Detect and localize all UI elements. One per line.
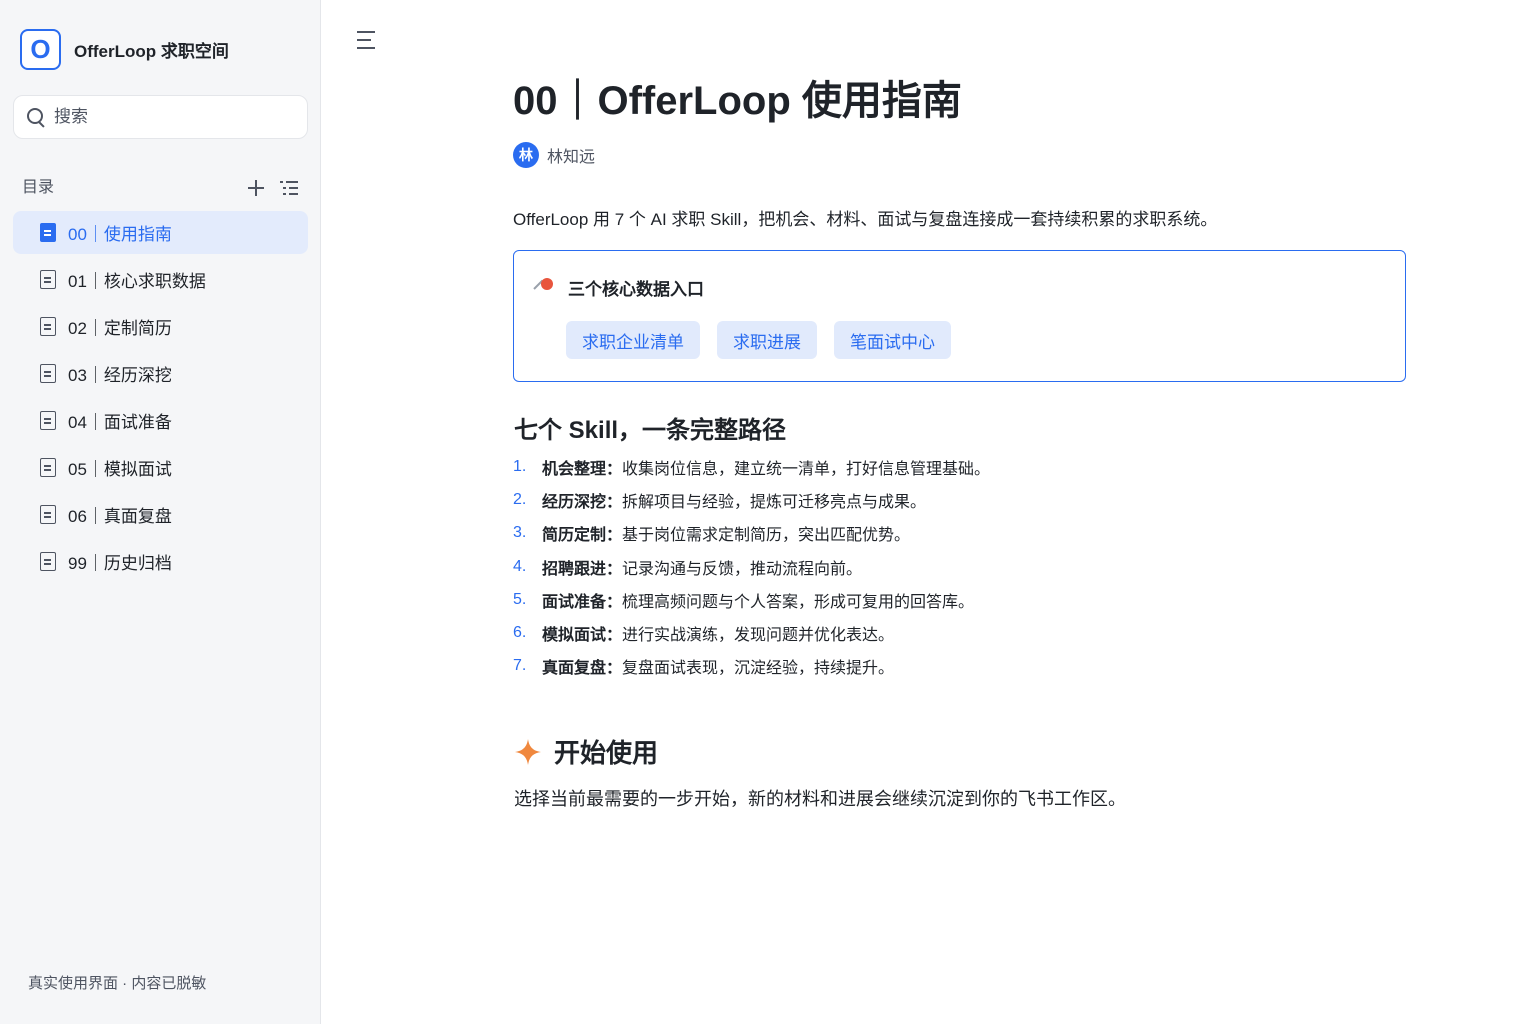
skill-name: 机会整理： bbox=[542, 460, 623, 478]
skill-desc: 复盘面试表现，沉淀经验，持续提升。 bbox=[622, 660, 895, 678]
skill-desc: 记录沟通与反馈，推动流程向前。 bbox=[622, 560, 863, 578]
list-number: 7. bbox=[513, 657, 527, 675]
brand-logo-icon: O bbox=[20, 29, 61, 70]
document-icon bbox=[40, 458, 56, 477]
nav-item-04[interactable]: 04｜面试准备 bbox=[13, 399, 308, 442]
nav-item-label: 00｜使用指南 bbox=[68, 225, 172, 244]
chip-progress[interactable]: 求职进展 bbox=[717, 321, 817, 359]
nav-item-label: 05｜模拟面试 bbox=[68, 460, 172, 479]
nav-item-02[interactable]: 02｜定制简历 bbox=[13, 305, 308, 348]
callout-box: 三个核心数据入口 求职企业清单 求职进展 笔面试中心 bbox=[513, 250, 1406, 382]
nav-item-00[interactable]: 00｜使用指南 bbox=[13, 211, 308, 254]
skill-list: 1. 机会整理： 收集岗位信息，建立统一清单，打好信息管理基础。 2. 经历深挖… bbox=[513, 450, 990, 683]
nav-item-label: 03｜经历深挖 bbox=[68, 366, 172, 385]
nav-item-03[interactable]: 03｜经历深挖 bbox=[13, 352, 308, 395]
document-icon bbox=[40, 411, 56, 430]
pushpin-icon bbox=[532, 276, 556, 300]
nav-item-99[interactable]: 99｜历史归档 bbox=[13, 540, 308, 583]
nav-item-label: 06｜真面复盘 bbox=[68, 507, 172, 526]
skill-name: 模拟面试： bbox=[542, 627, 623, 645]
outline-list-icon[interactable] bbox=[280, 178, 300, 198]
skill-name: 简历定制： bbox=[542, 527, 623, 545]
chip-interview-center[interactable]: 笔面试中心 bbox=[834, 321, 951, 359]
callout-header: 三个核心数据入口 bbox=[532, 275, 704, 300]
callout-title: 三个核心数据入口 bbox=[568, 280, 704, 299]
nav-item-05[interactable]: 05｜模拟面试 bbox=[13, 446, 308, 489]
sparkle-icon bbox=[515, 738, 541, 765]
start-title: 开始使用 bbox=[554, 738, 659, 768]
skill-desc: 进行实战演练，发现问题并优化表达。 bbox=[622, 627, 895, 645]
skill-name: 招聘跟进： bbox=[542, 560, 623, 578]
list-number: 1. bbox=[513, 457, 527, 475]
entry-chips: 求职企业清单 求职进展 笔面试中心 bbox=[566, 321, 968, 359]
skill-name: 经历深挖： bbox=[542, 493, 623, 511]
toc-header: 目录 bbox=[22, 176, 302, 200]
sidebar-footer-note: 真实使用界面 · 内容已脱敏 bbox=[28, 975, 207, 992]
start-description: 选择当前最需要的一步开始，新的材料和进展会继续沉淀到你的飞书工作区。 bbox=[514, 789, 1126, 809]
list-number: 2. bbox=[513, 490, 527, 508]
document-icon bbox=[40, 270, 56, 289]
skill-desc: 拆解项目与经验，提炼可迁移亮点与成果。 bbox=[622, 493, 927, 511]
toc-title: 目录 bbox=[22, 179, 55, 196]
search-icon bbox=[26, 107, 46, 127]
list-item: 6. 模拟面试： 进行实战演练，发现问题并优化表达。 bbox=[513, 616, 990, 649]
author[interactable]: 林 林知远 bbox=[513, 142, 595, 168]
nav-item-label: 04｜面试准备 bbox=[68, 413, 172, 432]
list-item: 5. 面试准备： 梳理高频问题与个人答案，形成可复用的回答库。 bbox=[513, 583, 990, 616]
sidebar: O OfferLoop 求职空间 目录 00｜使用指南 01｜核心求职数据 02… bbox=[0, 0, 321, 1024]
nav-item-06[interactable]: 06｜真面复盘 bbox=[13, 493, 308, 536]
list-number: 4. bbox=[513, 557, 527, 575]
skill-desc: 梳理高频问题与个人答案，形成可复用的回答库。 bbox=[622, 593, 975, 611]
skill-desc: 基于岗位需求定制简历，突出匹配优势。 bbox=[622, 527, 911, 545]
doc-nav-list: 00｜使用指南 01｜核心求职数据 02｜定制简历 03｜经历深挖 04｜面试准… bbox=[13, 211, 308, 587]
list-item: 1. 机会整理： 收集岗位信息，建立统一清单，打好信息管理基础。 bbox=[513, 450, 990, 483]
skill-desc: 收集岗位信息，建立统一清单，打好信息管理基础。 bbox=[622, 460, 991, 478]
intro-text: OfferLoop 用 7 个 AI 求职 Skill，把机会、材料、面试与复盘… bbox=[513, 210, 1218, 229]
list-item: 2. 经历深挖： 拆解项目与经验，提炼可迁移亮点与成果。 bbox=[513, 483, 990, 516]
list-number: 6. bbox=[513, 624, 527, 642]
list-number: 3. bbox=[513, 524, 527, 542]
menu-icon[interactable] bbox=[357, 31, 377, 49]
document-icon bbox=[40, 552, 56, 571]
avatar: 林 bbox=[513, 142, 539, 168]
start-heading: 开始使用 bbox=[514, 733, 658, 770]
skill-name: 真面复盘： bbox=[542, 660, 623, 678]
brand-name: OfferLoop 求职空间 bbox=[74, 42, 229, 61]
chip-company-list[interactable]: 求职企业清单 bbox=[566, 321, 700, 359]
document-icon bbox=[40, 317, 56, 336]
page-title: 00｜OfferLoop 使用指南 bbox=[513, 79, 962, 123]
nav-item-label: 01｜核心求职数据 bbox=[68, 272, 206, 291]
document-icon bbox=[40, 364, 56, 383]
list-item: 4. 招聘跟进： 记录沟通与反馈，推动流程向前。 bbox=[513, 550, 990, 583]
brand[interactable]: O OfferLoop 求职空间 bbox=[20, 29, 229, 70]
nav-item-label: 02｜定制简历 bbox=[68, 319, 172, 338]
section-title: 七个 Skill，一条完整路径 bbox=[514, 417, 787, 444]
skill-name: 面试准备： bbox=[542, 593, 623, 611]
list-number: 5. bbox=[513, 590, 527, 608]
document-icon bbox=[40, 505, 56, 524]
add-icon[interactable] bbox=[246, 178, 266, 198]
list-item: 3. 简历定制： 基于岗位需求定制简历，突出匹配优势。 bbox=[513, 517, 990, 550]
nav-item-label: 99｜历史归档 bbox=[68, 554, 172, 573]
author-name: 林知远 bbox=[547, 149, 596, 166]
search-input[interactable] bbox=[54, 107, 294, 127]
document-icon bbox=[40, 223, 56, 242]
list-item: 7. 真面复盘： 复盘面试表现，沉淀经验，持续提升。 bbox=[513, 650, 990, 683]
search-box[interactable] bbox=[13, 95, 308, 139]
nav-item-01[interactable]: 01｜核心求职数据 bbox=[13, 258, 308, 301]
